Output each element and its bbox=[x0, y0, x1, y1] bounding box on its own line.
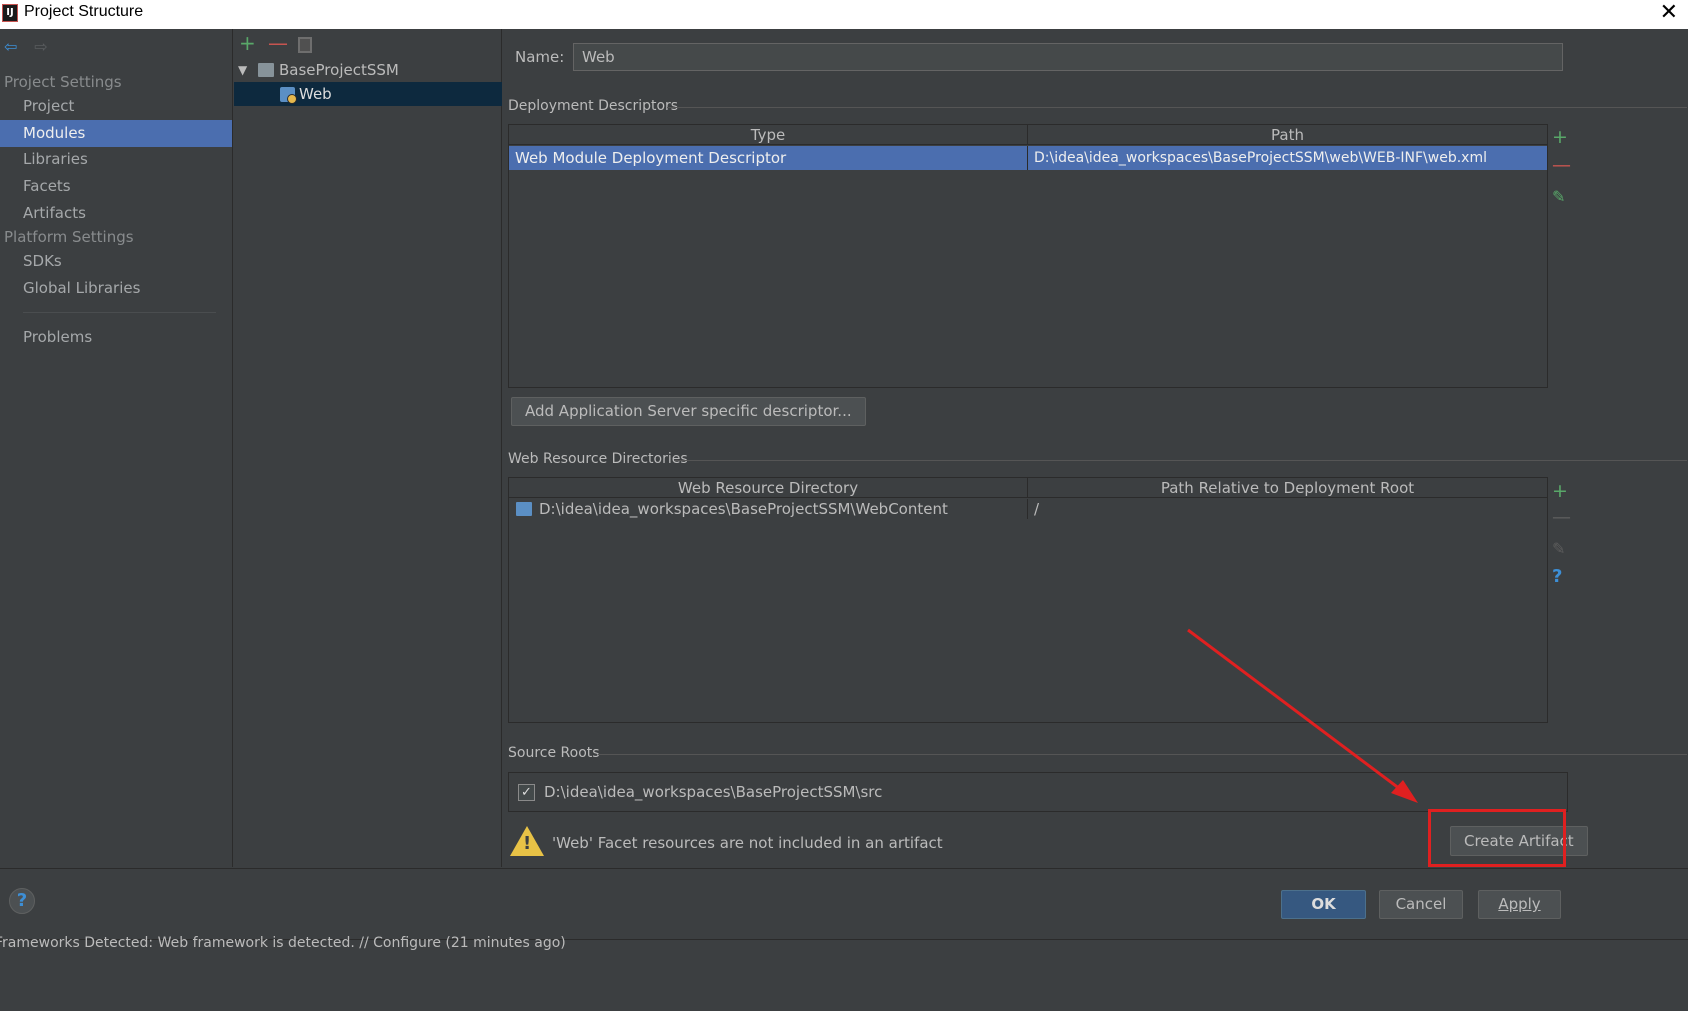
ok-button[interactable]: OK bbox=[1281, 890, 1366, 919]
dialog-button-bar: ? OK Cancel Apply bbox=[0, 868, 1688, 939]
annotation-arrow bbox=[1187, 628, 1418, 803]
apply-button[interactable]: Apply bbox=[1478, 890, 1561, 919]
status-bar: Frameworks Detected: Web framework is de… bbox=[0, 935, 1688, 1011]
status-text[interactable]: Frameworks Detected: Web framework is de… bbox=[0, 935, 566, 951]
cancel-button[interactable]: Cancel bbox=[1379, 890, 1463, 919]
help-icon[interactable]: ? bbox=[9, 888, 35, 914]
